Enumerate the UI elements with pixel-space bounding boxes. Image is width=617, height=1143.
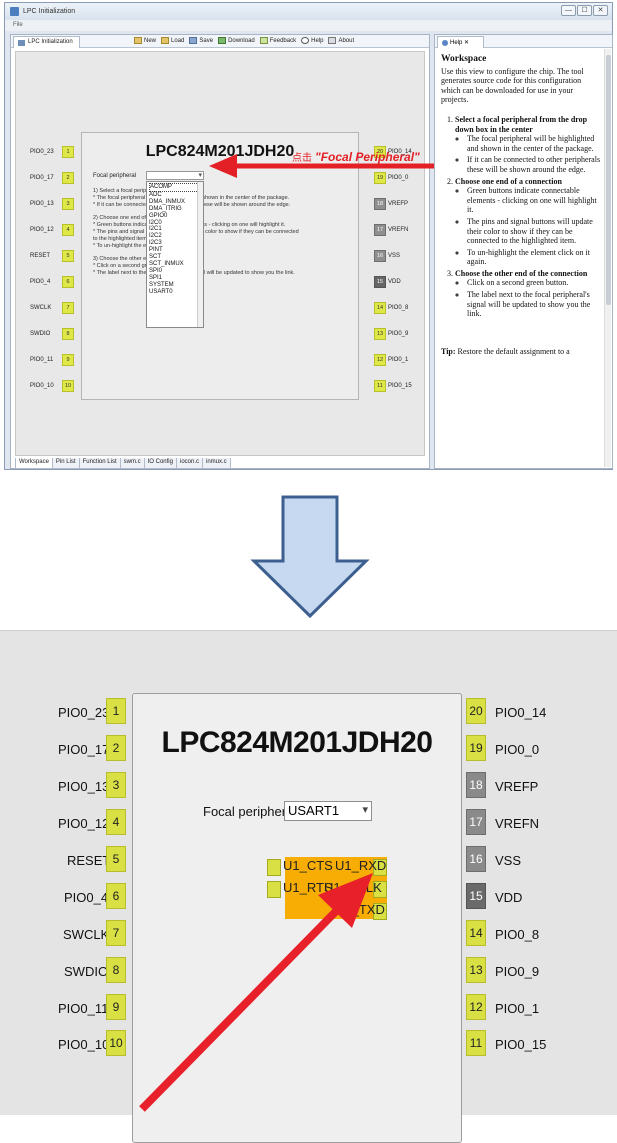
tab-help[interactable]: Help ✕ — [437, 36, 485, 48]
help-pane: Help ✕ Workspace Use this view to config… — [434, 34, 613, 469]
down-arrow-icon — [250, 495, 370, 619]
help-intro: Use this view to configure the chip. The… — [441, 66, 584, 105]
help-content: Workspace Use this view to configure the… — [441, 54, 601, 356]
help-icon — [442, 40, 448, 46]
pointer-arrow-icon — [139, 873, 373, 1112]
help-scrollbar[interactable] — [604, 49, 611, 467]
help-tip: Tip: Restore the default assignment to a — [441, 346, 570, 356]
help-steps: Select a focal peripheral from the drop … — [441, 115, 601, 319]
help-tabstrip: Help ✕ — [435, 35, 612, 48]
help-title: Workspace — [441, 54, 487, 64]
scroll-thumb[interactable] — [606, 55, 611, 305]
zoomed-package-view: LPC824M201JDH20 Focal peripheral: USART1… — [0, 630, 617, 1143]
annotation-text: 点击 "Focal Peripheral" — [292, 150, 420, 164]
app-window: LPC Initialization — ☐ ✕ File LPC Initia… — [4, 2, 613, 470]
